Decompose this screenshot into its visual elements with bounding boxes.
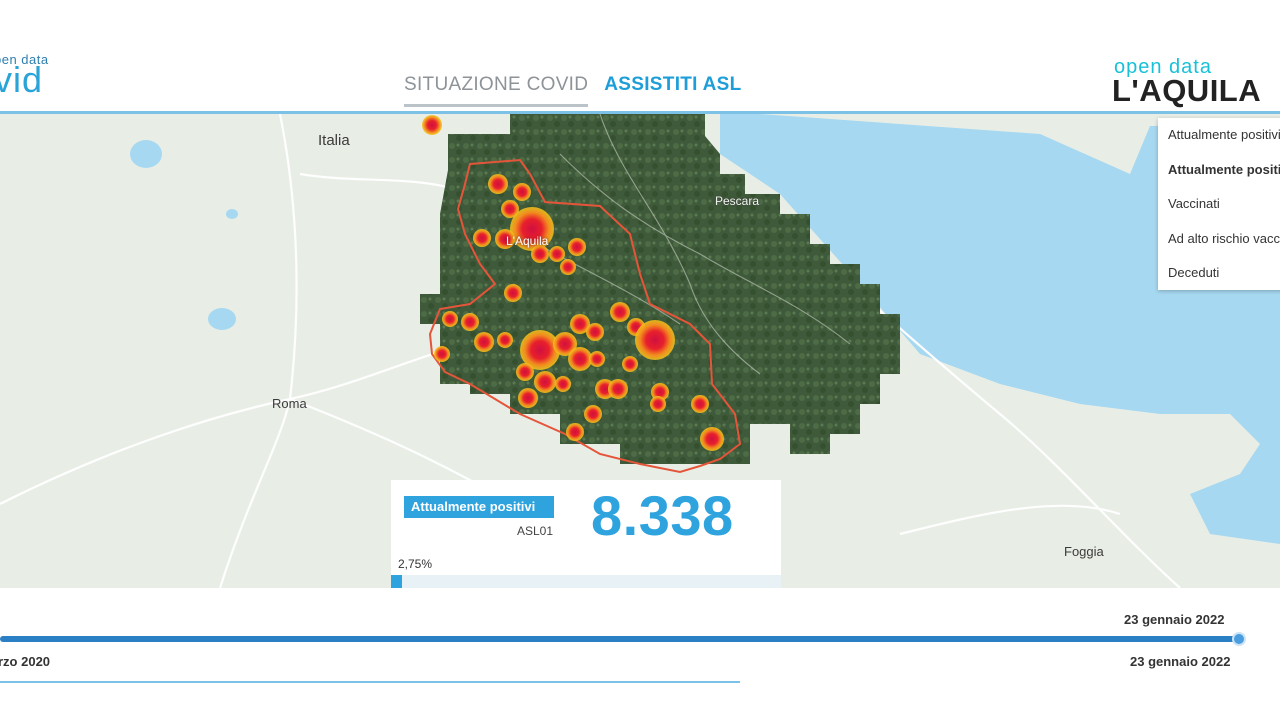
layer-option-alto-rischio[interactable]: Ad alto rischio vaccinale [1158,222,1280,257]
timeline-start-date: rzo 2020 [0,654,51,669]
metric-value: 8.338 [591,484,734,547]
footer-divider [0,681,740,683]
layer-option-attualmente-positivi-selected[interactable]: Attualmente positivi [1158,153,1280,188]
header: pen data vid SITUAZIONE COVID ASSISTITI … [0,0,1280,114]
metric-label: Attualmente positivi [404,496,554,518]
layer-dropdown-menu: Attualmente positivi Attualmente positiv… [1158,118,1280,290]
layer-option-deceduti[interactable]: Deceduti [1158,256,1280,290]
place-label-laquila: L'Aquila [506,234,549,248]
tab-assistiti-asl[interactable]: ASSISTITI ASL [604,74,741,107]
place-label-foggia: Foggia [1064,544,1104,559]
percent-bar [391,575,781,588]
timeline-current-date: 23 gennaio 2022 [1124,612,1225,627]
tab-situazione-covid[interactable]: SITUAZIONE COVID [404,74,589,107]
timeline-slider-handle[interactable] [1232,632,1246,646]
asl-code: ASL01 [517,524,554,538]
logo-right-big-text: L'AQUILA [1112,73,1262,108]
percent-bar-fill [391,575,402,588]
percent-label: 2,75% [398,557,433,571]
place-label-pescara: Pescara [715,194,760,208]
layer-option-attualmente-positivi[interactable]: Attualmente positivi [1158,118,1280,153]
stats-card: Attualmente positivi ASL01 8.338 2,75% [391,480,781,588]
main-nav: SITUAZIONE COVID ASSISTITI ASL [404,74,742,107]
place-label-roma: Roma [272,396,307,411]
logo-left-big-text: vid [0,59,44,100]
open-data-covid-logo[interactable]: pen data vid [0,50,74,100]
timeline-slider-track[interactable] [0,636,1240,642]
timeline-end-date: 23 gennaio 2022 [1130,654,1231,669]
open-data-laquila-logo[interactable]: open data L'AQUILA [1112,56,1261,108]
place-label-italia: Italia [318,132,350,149]
layer-option-vaccinati[interactable]: Vaccinati [1158,187,1280,222]
